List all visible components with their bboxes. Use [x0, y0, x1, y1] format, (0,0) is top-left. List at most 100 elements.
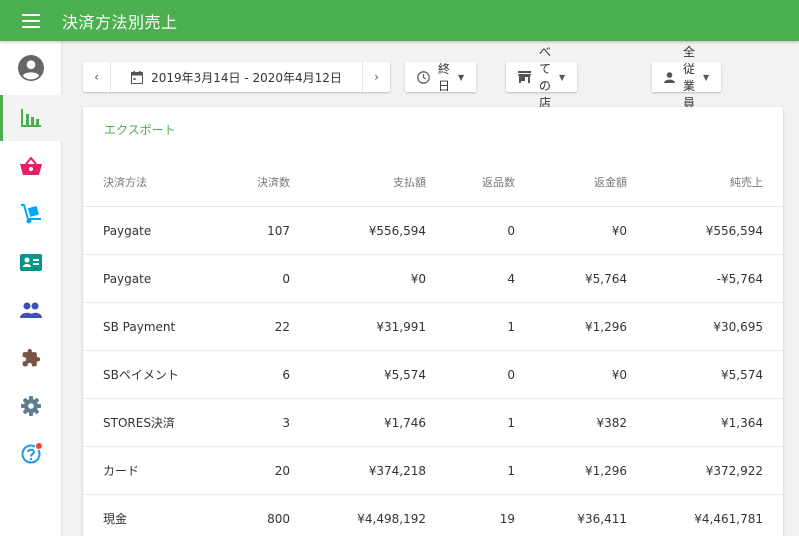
payment-method-cell: SB Payment: [103, 319, 176, 334]
time-filter-label: 終日: [438, 62, 451, 93]
app-bar: 決済方法別売上: [0, 0, 799, 41]
payment-amount-cell: ¥556,594: [368, 223, 426, 238]
return-count-cell: 1: [507, 319, 515, 334]
payment-amount-cell: ¥374,218: [368, 463, 426, 478]
payment-amount-cell: ¥4,498,192: [357, 511, 426, 526]
hamburger-icon: [22, 13, 40, 28]
gear-icon: [21, 396, 41, 416]
payment-amount-cell: ¥31,991: [376, 319, 426, 334]
net-sales-cell: ¥5,574: [721, 367, 763, 382]
chevron-left-icon: ‹: [94, 70, 99, 84]
column-header[interactable]: 純売上: [627, 174, 763, 190]
net-sales-cell: ¥1,364: [721, 415, 763, 430]
table-row: 現金 800 ¥4,498,192 19 ¥36,411 ¥4,461,781: [83, 495, 783, 536]
column-header[interactable]: 返品数: [426, 174, 515, 190]
return-count-cell: 0: [507, 367, 515, 382]
previous-period-button[interactable]: ‹: [83, 62, 111, 92]
refund-amount-cell: ¥1,296: [585, 463, 627, 478]
transaction-count-cell: 800: [267, 511, 290, 526]
sidebar: [0, 41, 62, 536]
transaction-count-cell: 0: [282, 271, 290, 286]
refund-amount-cell: ¥36,411: [577, 511, 627, 526]
table-header: 決済方法 決済数 支払額 返品数 返金額 純売上: [83, 158, 783, 207]
column-header[interactable]: 決済方法: [83, 174, 233, 190]
payment-method-cell: SBペイメント: [103, 368, 179, 382]
notification-dot: [35, 442, 43, 450]
sidebar-item-account[interactable]: [0, 45, 62, 91]
refund-amount-cell: ¥0: [611, 367, 627, 382]
sidebar-item-extensions[interactable]: [0, 335, 62, 381]
store-icon: [518, 71, 531, 83]
column-header[interactable]: 決済数: [233, 174, 290, 190]
table-row: カード 20 ¥374,218 1 ¥1,296 ¥372,922: [83, 447, 783, 495]
payment-amount-cell: ¥0: [410, 271, 426, 286]
payment-method-cell: カード: [103, 464, 140, 478]
column-header[interactable]: 返金額: [515, 174, 627, 190]
table-row: SB Payment 22 ¥31,991 1 ¥1,296 ¥30,695: [83, 303, 783, 351]
export-button[interactable]: エクスポート: [104, 121, 176, 138]
payment-method-cell: Paygate: [103, 271, 152, 286]
menu-button[interactable]: [0, 0, 62, 41]
refund-amount-cell: ¥0: [611, 223, 627, 238]
net-sales-cell: ¥372,922: [705, 463, 763, 478]
return-count-cell: 1: [507, 415, 515, 430]
table-row: SBペイメント 6 ¥5,574 0 ¥0 ¥5,574: [83, 351, 783, 399]
chevron-right-icon: ›: [374, 70, 379, 84]
sidebar-item-shop[interactable]: [0, 143, 62, 189]
calendar-icon: [131, 70, 144, 84]
bar-chart-icon: [21, 109, 41, 127]
sidebar-item-settings[interactable]: [0, 383, 62, 429]
transaction-count-cell: 3: [282, 415, 290, 430]
sidebar-item-help[interactable]: [0, 431, 62, 477]
puzzle-icon: [22, 348, 41, 367]
store-filter-dropdown[interactable]: すべての店舗 ▼: [506, 28, 578, 127]
return-count-cell: 19: [499, 511, 515, 526]
refund-amount-cell: ¥5,764: [585, 271, 627, 286]
account-circle-icon: [18, 55, 44, 81]
dropdown-caret-icon: ▼: [703, 72, 710, 82]
net-sales-cell: ¥556,594: [705, 223, 763, 238]
date-range-picker: ‹ 2019年3月14日 - 2020年4月12日 ›: [83, 62, 390, 92]
page-title: 決済方法別売上: [62, 12, 178, 32]
return-count-cell: 1: [507, 463, 515, 478]
refund-amount-cell: ¥382: [596, 415, 627, 430]
return-count-cell: 0: [507, 223, 515, 238]
payment-method-cell: 現金: [103, 512, 128, 526]
shopping-basket-icon: [20, 157, 42, 175]
sidebar-item-reports[interactable]: [0, 95, 62, 141]
payment-report-card: エクスポート 決済方法 決済数 支払額 返品数 返金額 純売上 Paygate …: [83, 107, 783, 536]
sidebar-item-staff[interactable]: [0, 287, 62, 333]
clock-icon: [417, 70, 430, 84]
return-count-cell: 4: [507, 271, 515, 286]
refund-amount-cell: ¥1,296: [585, 319, 627, 334]
transaction-count-cell: 22: [274, 319, 290, 334]
table-row: Paygate 0 ¥0 4 ¥5,764 -¥5,764: [83, 255, 783, 303]
next-period-button[interactable]: ›: [362, 62, 390, 92]
column-header[interactable]: 支払額: [290, 174, 426, 190]
dropdown-caret-icon: ▼: [458, 72, 465, 82]
transaction-count-cell: 20: [274, 463, 290, 478]
payment-amount-cell: ¥5,574: [384, 367, 426, 382]
payment-method-cell: STORES決済: [103, 416, 175, 430]
transaction-count-cell: 107: [267, 223, 290, 238]
date-range-button[interactable]: 2019年3月14日 - 2020年4月12日: [111, 62, 362, 92]
transaction-count-cell: 6: [282, 367, 290, 382]
staff-filter-label: 全従業員: [683, 45, 696, 110]
hand-truck-icon: [21, 204, 41, 224]
table-row: Paygate 107 ¥556,594 0 ¥0 ¥556,594: [83, 207, 783, 255]
net-sales-cell: ¥30,695: [713, 319, 763, 334]
date-range-label: 2019年3月14日 - 2020年4月12日: [151, 70, 342, 85]
table-row: STORES決済 3 ¥1,746 1 ¥382 ¥1,364: [83, 399, 783, 447]
payment-amount-cell: ¥1,746: [384, 415, 426, 430]
person-icon: [664, 71, 675, 83]
staff-filter-dropdown[interactable]: 全従業員 ▼: [652, 45, 722, 110]
payment-method-cell: Paygate: [103, 223, 152, 238]
contact-card-icon: [20, 253, 42, 271]
sidebar-item-contacts[interactable]: [0, 239, 62, 285]
net-sales-cell: -¥5,764: [716, 271, 763, 286]
net-sales-cell: ¥4,461,781: [694, 511, 763, 526]
sidebar-item-logistics[interactable]: [0, 191, 62, 237]
dropdown-caret-icon: ▼: [559, 72, 566, 82]
time-filter-dropdown[interactable]: 終日 ▼: [405, 62, 477, 93]
people-icon: [20, 302, 42, 318]
